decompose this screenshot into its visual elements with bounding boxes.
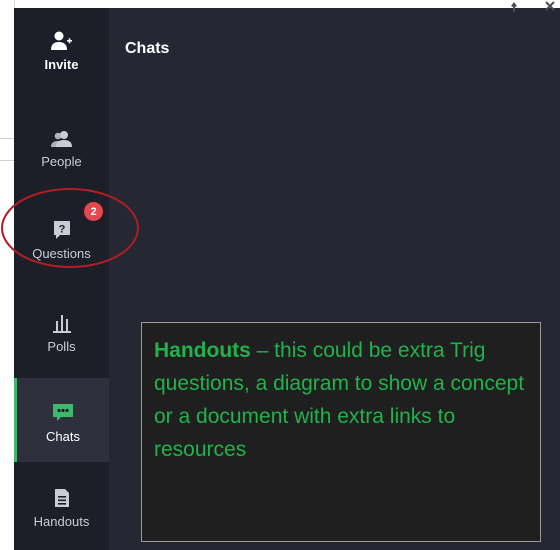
bar-chart-icon [52,307,72,333]
sidebar-item-chats[interactable]: Chats [14,378,109,462]
divider [0,138,14,139]
sidebar: Invite People ? Questions Polls Chats Ha… [14,8,109,550]
annotation-heading: Handouts [154,339,251,362]
window-controls[interactable] [508,0,558,17]
sidebar-item-label: Invite [44,56,79,72]
sidebar-item-label: Chats [46,428,80,444]
question-bubble-icon: ? [53,214,71,240]
sidebar-item-label: Polls [47,338,76,354]
pin-icon[interactable] [511,2,517,12]
document-icon [54,482,70,508]
page-title: Chats [125,40,170,57]
sidebar-item-label: Handouts [33,513,90,529]
sidebar-item-handouts[interactable]: Handouts [14,463,109,547]
sidebar-item-label: People [41,153,82,169]
annotation-box: Handouts – this could be extra Trig ques… [141,322,541,542]
sidebar-item-people[interactable]: People [14,103,109,187]
sidebar-item-label: Questions [32,245,91,261]
sidebar-item-invite[interactable]: Invite [14,8,109,88]
divider [0,160,14,161]
chat-bubble-icon [52,397,74,423]
add-user-icon [50,25,73,51]
people-icon [50,122,74,148]
questions-count-badge: 2 [84,202,103,221]
background-page-strip [0,0,15,550]
sidebar-item-polls[interactable]: Polls [14,288,109,372]
svg-text:?: ? [58,223,65,235]
close-icon[interactable] [545,1,555,11]
